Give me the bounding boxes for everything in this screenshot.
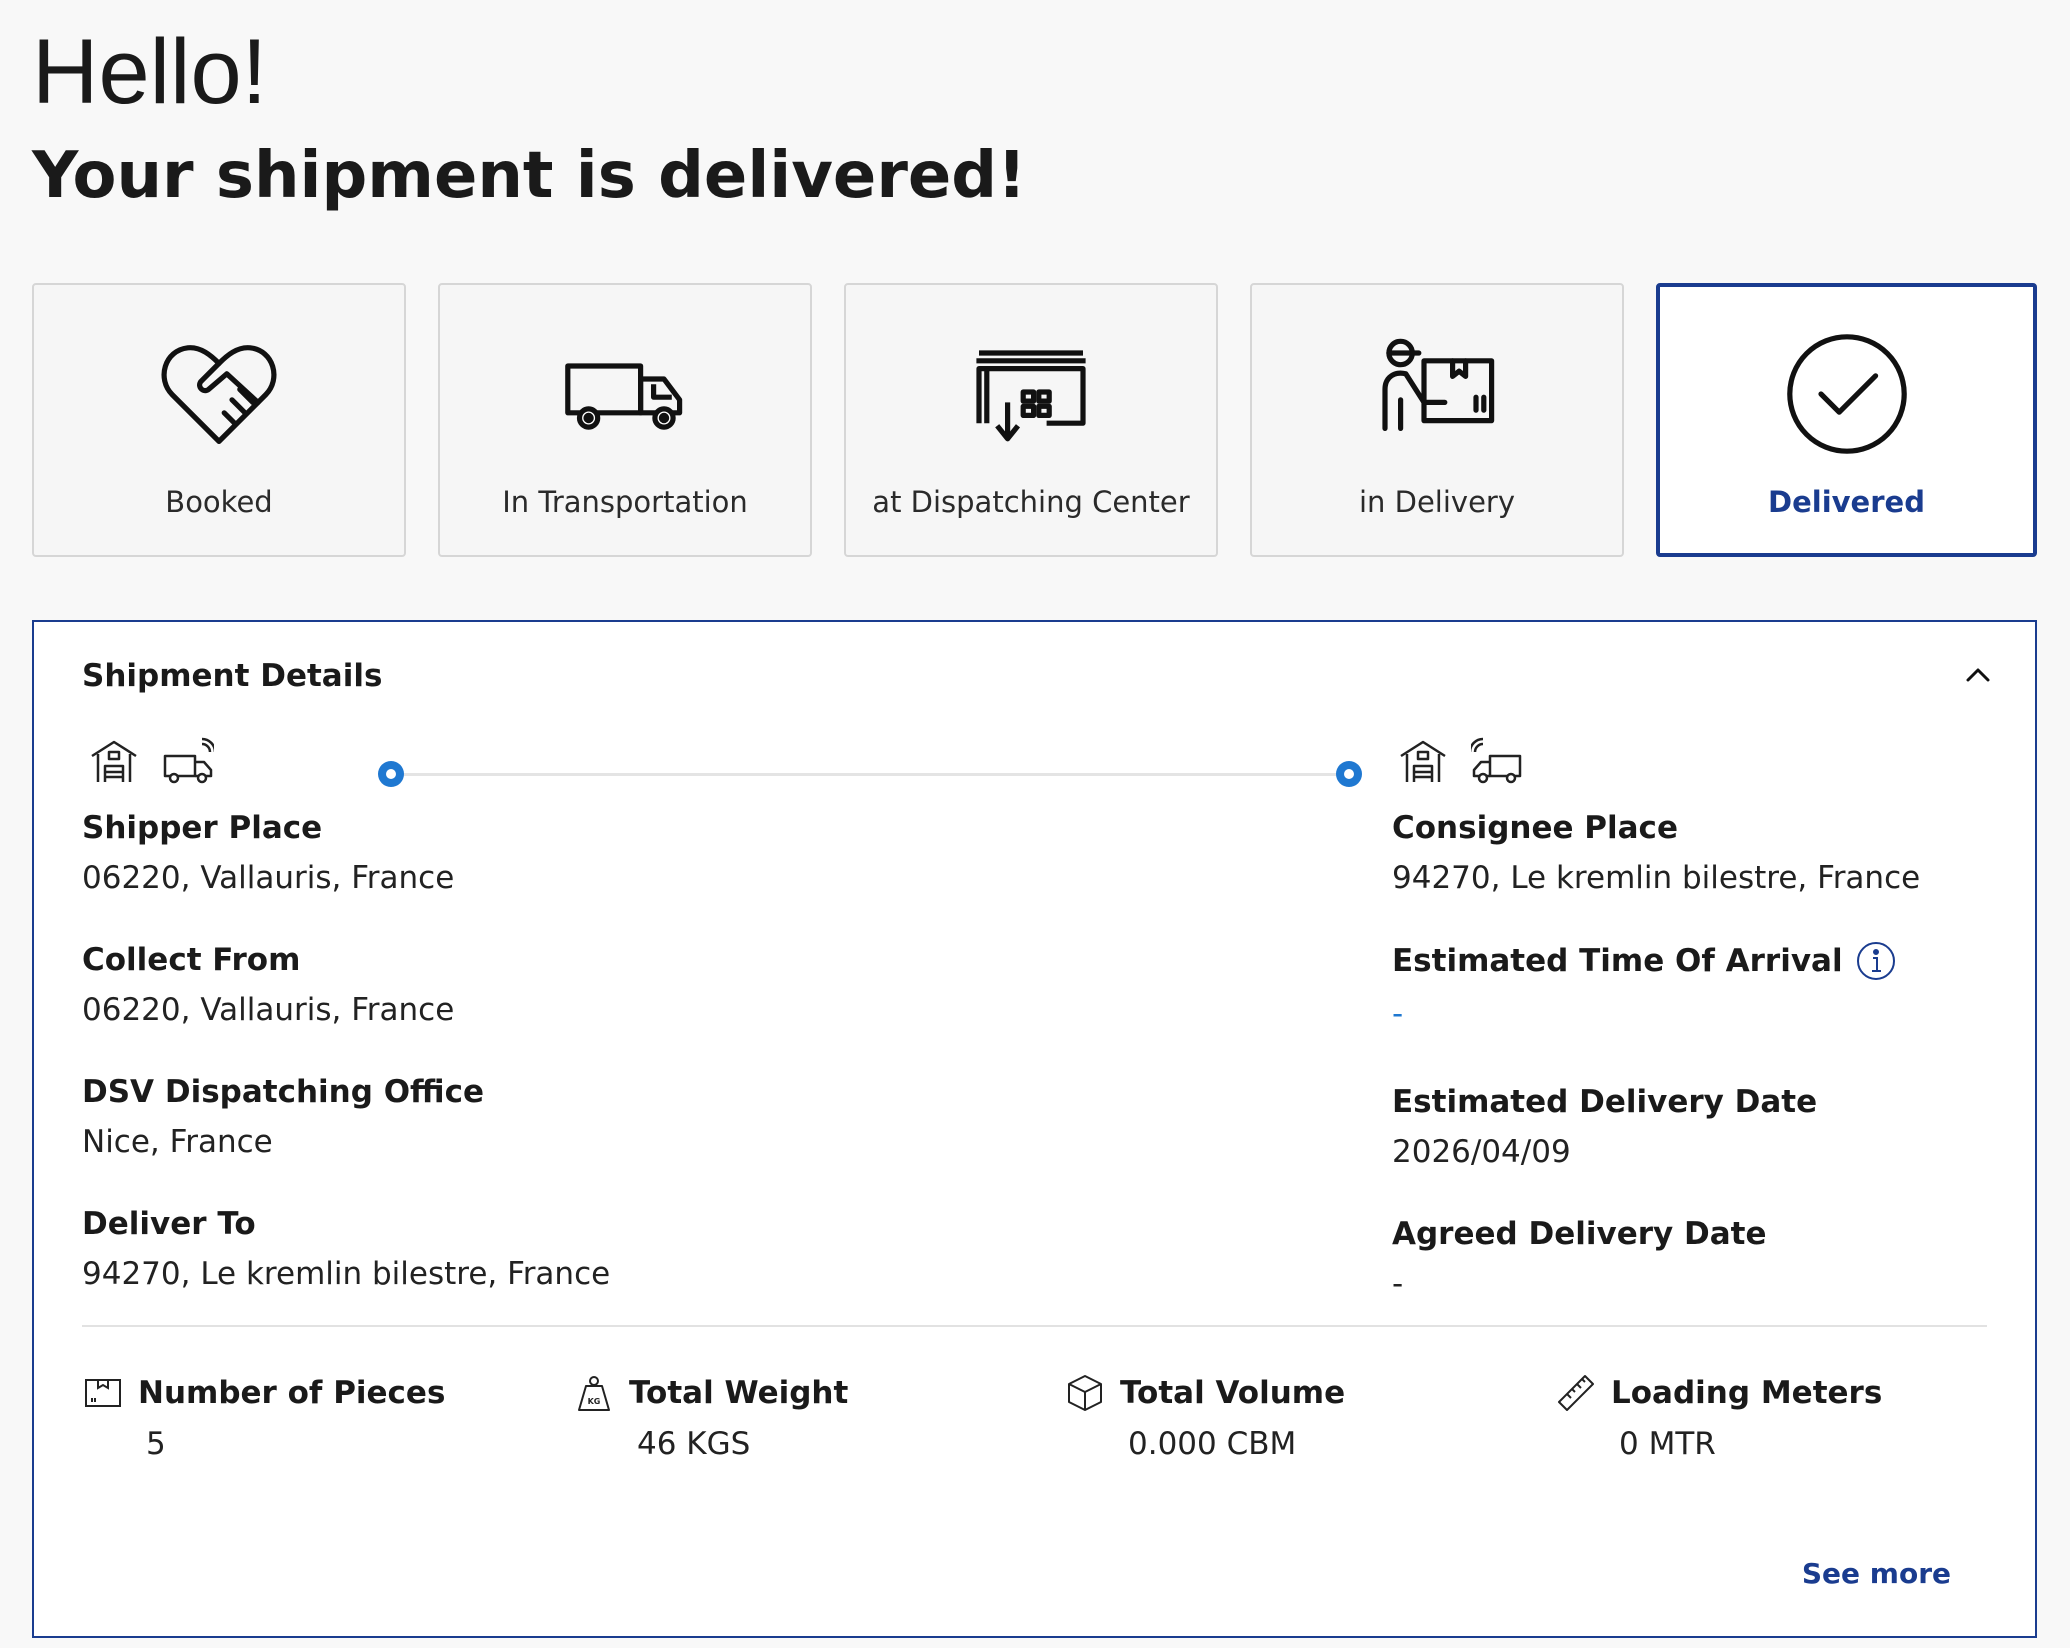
step-label: Delivered — [1768, 485, 1925, 519]
info-icon[interactable] — [1855, 940, 1897, 982]
warehouse-icon — [1400, 740, 1446, 782]
field-value: 94270, Le kremlin bilestre, France — [1392, 860, 1921, 896]
field-label: Estimated Delivery Date — [1392, 1084, 1818, 1120]
metric-label: Total Volume — [1120, 1375, 1346, 1411]
consignee-place: Consignee Place 94270, Le kremlin bilest… — [1392, 810, 1920, 896]
cube-icon — [1068, 1375, 1102, 1411]
status-steps: Booked In Transportation at Dispatching … — [32, 283, 2037, 561]
check-circle-icon — [1782, 329, 1912, 459]
step-label: In Transportation — [502, 485, 748, 519]
box-icon — [85, 1379, 121, 1407]
number-of-pieces: Number of Pieces 5 — [82, 1372, 445, 1462]
destination-icons — [1397, 736, 1523, 788]
step-label: in Delivery — [1358, 485, 1516, 519]
ruler-icon — [1558, 1375, 1594, 1411]
field-value: Nice, France — [82, 1124, 273, 1160]
step-in-transportation[interactable]: In Transportation — [438, 283, 812, 557]
warehouse-icon — [966, 327, 1096, 457]
metric-value: 5 — [146, 1426, 166, 1462]
total-volume: Total Volume 0.000 CBM — [1064, 1372, 1345, 1462]
metric-value: 0 MTR — [1619, 1426, 1716, 1462]
field-label: Shipper Place — [82, 810, 323, 846]
field-label-text: Estimated Time Of Arrival — [1392, 943, 1843, 979]
step-label: at Dispatching Center — [872, 485, 1190, 519]
destination-dot — [1336, 761, 1362, 787]
field-value: - — [1392, 996, 1404, 1032]
total-weight: KG Total Weight 46 KGS — [573, 1372, 848, 1462]
field-label: Agreed Delivery Date — [1392, 1216, 1767, 1252]
step-delivered[interactable]: Delivered — [1656, 283, 2037, 557]
see-more-link[interactable]: See more — [1802, 1557, 1951, 1590]
truck-signal-icon — [163, 737, 214, 784]
chevron-up-icon[interactable] — [1961, 658, 1995, 692]
truck-signal-icon — [1471, 737, 1522, 784]
step-at-dispatching-center[interactable]: at Dispatching Center — [844, 283, 1218, 557]
field-label: Deliver To — [82, 1206, 256, 1242]
field-value: 06220, Vallauris, France — [82, 992, 455, 1028]
field-value: 06220, Vallauris, France — [82, 860, 455, 896]
origin-dot — [378, 761, 404, 787]
svg-text:KG: KG — [588, 1397, 601, 1406]
loading-meters: Loading Meters 0 MTR — [1555, 1372, 1882, 1462]
status-headline: Your shipment is delivered! — [32, 139, 1027, 213]
truck-icon — [560, 327, 690, 457]
field-value: - — [1392, 1266, 1404, 1302]
deliver-to: Deliver To 94270, Le kremlin bilestre, F… — [82, 1206, 610, 1292]
field-label: Consignee Place — [1392, 810, 1678, 846]
route-progress-line — [390, 773, 1348, 776]
greeting: Hello! — [32, 21, 268, 123]
agreed-delivery-date: Agreed Delivery Date - — [1392, 1216, 1767, 1302]
collect-from: Collect From 06220, Vallauris, France — [82, 942, 454, 1028]
divider — [82, 1325, 1987, 1327]
origin-icons — [88, 736, 214, 788]
handshake-icon — [154, 327, 284, 457]
dispatching-office: DSV Dispatching Office Nice, France — [82, 1074, 484, 1160]
shipment-details-card: Shipment Details Shipper Place 06220, Va… — [32, 620, 2037, 1638]
shipper-place: Shipper Place 06220, Vallauris, France — [82, 810, 454, 896]
metric-label: Number of Pieces — [138, 1375, 446, 1411]
metric-value: 46 KGS — [637, 1426, 751, 1462]
step-booked[interactable]: Booked — [32, 283, 406, 557]
metric-label: Total Weight — [629, 1375, 849, 1411]
field-label: DSV Dispatching Office — [82, 1074, 485, 1110]
step-label: Booked — [165, 485, 273, 519]
estimated-time-of-arrival: Estimated Time Of Arrival - — [1392, 940, 1897, 1032]
field-value: 2026/04/09 — [1392, 1134, 1571, 1170]
weight-icon: KG — [578, 1376, 610, 1411]
delivery-person-icon — [1372, 327, 1502, 457]
step-in-delivery[interactable]: in Delivery — [1250, 283, 1624, 557]
field-label: Estimated Time Of Arrival — [1392, 940, 1897, 982]
estimated-delivery-date: Estimated Delivery Date 2026/04/09 — [1392, 1084, 1817, 1170]
warehouse-icon — [91, 740, 137, 782]
field-label: Collect From — [82, 942, 301, 978]
card-title: Shipment Details — [82, 658, 383, 694]
field-value: 94270, Le kremlin bilestre, France — [82, 1256, 611, 1292]
metric-value: 0.000 CBM — [1128, 1426, 1297, 1462]
metric-label: Loading Meters — [1611, 1375, 1883, 1411]
